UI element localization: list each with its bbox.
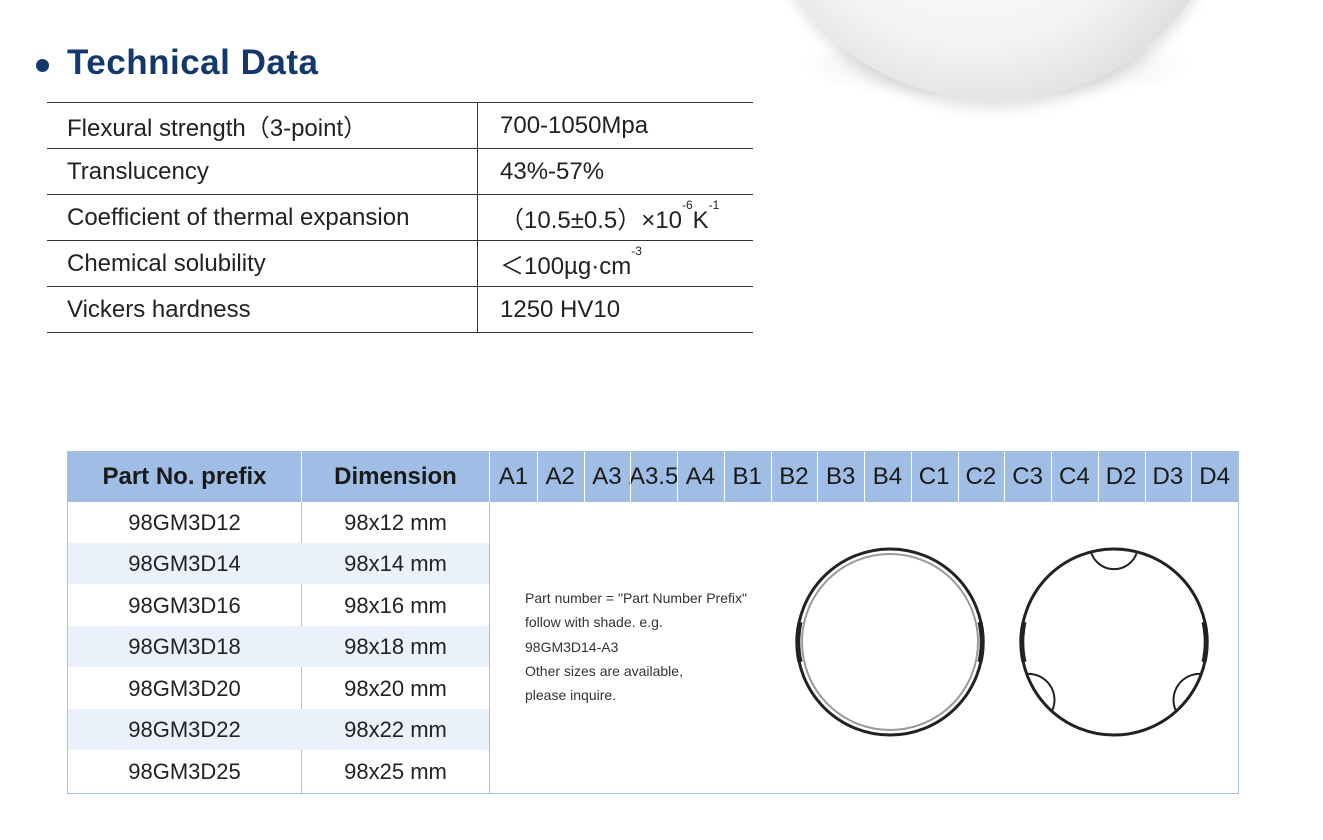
header-divider — [1097, 452, 1099, 502]
header-divider — [910, 452, 912, 502]
value-exponent: -6 — [681, 198, 693, 212]
table-row: 98GM3D25 98x25 mm — [68, 751, 489, 792]
note-line: 98GM3D14-A3 — [525, 638, 619, 655]
table-row: 98GM3D14 98x14 mm — [68, 543, 489, 584]
prefix-cell: 98GM3D22 — [128, 716, 241, 742]
property-cell: Translucency — [47, 148, 478, 195]
shade-header-cell: C4 — [1059, 463, 1090, 490]
dimension-cell: 98x22 mm — [344, 716, 447, 742]
part-number-note: Part number = "Part Number Prefix" follo… — [525, 586, 785, 707]
shade-header-cell: A3.5 — [628, 463, 679, 490]
header-divider — [630, 452, 632, 502]
shade-header-cell: B1 — [732, 463, 762, 490]
shade-header-cell: D4 — [1199, 463, 1230, 490]
header-divider — [957, 452, 959, 502]
table-row: 98GM3D22 98x22 mm — [68, 709, 489, 750]
property-cell: Chemical solubility — [47, 240, 478, 287]
header-prefix: Part No. prefix — [102, 463, 267, 490]
table-row: 98GM3D16 98x16 mm — [68, 585, 489, 626]
value-cell: 43%-57% — [477, 148, 753, 195]
shade-header-cell: D3 — [1152, 463, 1184, 490]
header-dimension: Dimension — [334, 463, 457, 490]
parts-header-row: Part No. prefix Dimension A1 A2 A3 A3.5 A4 B1… — [68, 452, 1238, 502]
prefix-cell: 98GM3D14 — [128, 550, 241, 576]
shade-header-cell: A1 — [498, 463, 529, 490]
table-row: 98GM3D12 98x12 mm — [68, 502, 489, 543]
unit-exponent: -1 — [708, 198, 720, 212]
note-line: Part number = "Part Number Prefix" — [525, 590, 747, 606]
header-divider — [1051, 452, 1052, 502]
property-cell: Coefficient of thermal expansion — [47, 194, 478, 241]
notched-disc-diagram — [1019, 547, 1209, 737]
shade-header-cell: A3 — [592, 463, 622, 490]
value-cell: 1250 HV10 — [477, 286, 753, 333]
parts-table: Part No. prefix Dimension A1 A2 A3 A3.5 A4 B1… — [67, 451, 1239, 794]
dimension-cell: 98x14 mm — [344, 550, 447, 576]
dimension-cell: 98x18 mm — [344, 633, 447, 659]
table-row: Vickers hardness 1250 HV10 — [47, 286, 753, 333]
dimension-cell: 98x20 mm — [344, 675, 447, 701]
value-main: （10.5±0.5）×10 — [500, 207, 682, 234]
shade-header-cell: C2 — [965, 463, 997, 490]
column-divider — [489, 502, 490, 794]
header-divider — [1144, 452, 1146, 502]
shade-header-cell: D2 — [1105, 463, 1137, 490]
bullet-icon — [36, 58, 49, 72]
prefix-cell: 98GM3D20 — [128, 675, 241, 701]
shade-header-cell: A2 — [545, 463, 575, 490]
table-row: Coefficient of thermal expansion （10.5±0… — [47, 194, 753, 241]
dimension-cell: 98x16 mm — [344, 592, 447, 618]
shade-header-cell: B4 — [872, 463, 903, 490]
header-divider — [817, 452, 819, 502]
technical-data-table: Flexural strength（3-point） 700-1050Mpa T… — [47, 102, 753, 333]
table-row: Chemical solubility ＜100µg·cm-3 — [47, 240, 753, 287]
value-cell: ＜100µg·cm-3 — [477, 240, 753, 287]
header-divider — [583, 452, 585, 502]
shade-header-cell: C1 — [918, 463, 950, 490]
table-row: Translucency 43%-57% — [47, 148, 753, 195]
section-title: Technical Data — [67, 43, 319, 82]
note-line: Other sizes are available, — [525, 662, 683, 679]
property-cell: Vickers hardness — [47, 286, 478, 333]
header-divider — [536, 452, 538, 502]
value-exponent: -3 — [631, 244, 642, 258]
header-divider — [1004, 452, 1006, 502]
prefix-cell: 98GM3D16 — [128, 592, 241, 618]
shade-header-cell: A4 — [685, 463, 716, 490]
property-cell: Flexural strength（3-point） — [47, 102, 478, 149]
shade-header-cell: B2 — [779, 463, 809, 490]
zirconia-disc-image — [770, 0, 1230, 130]
header-divider — [864, 452, 865, 502]
table-row: Flexural strength（3-point） 700-1050Mpa — [47, 102, 753, 149]
prefix-cell: 98GM3D12 — [128, 509, 241, 535]
shade-header-cell: C3 — [1012, 463, 1043, 490]
header-divider — [723, 452, 725, 502]
note-line: please inquire. — [525, 687, 617, 704]
shade-header-cell: B3 — [825, 463, 856, 490]
plain-disc-diagram — [795, 547, 985, 737]
value-cell: 700-1050Mpa — [477, 102, 753, 149]
disc-diagrams — [795, 547, 1209, 737]
prefix-cell: 98GM3D25 — [128, 758, 241, 784]
header-divider — [770, 452, 772, 502]
section-header: Technical Data — [36, 38, 318, 88]
note-line: follow with shade. e.g. — [525, 614, 663, 631]
value-unit: K — [692, 207, 709, 234]
value-main: ＜100µg·cm — [500, 253, 632, 280]
table-row: 98GM3D20 98x20 mm — [68, 668, 489, 709]
dimension-cell: 98x25 mm — [344, 758, 447, 784]
prefix-cell: 98GM3D18 — [128, 633, 241, 659]
value-cell: （10.5±0.5）×10-6K-1 — [477, 194, 753, 241]
header-divider — [1191, 452, 1193, 502]
dimension-cell: 98x12 mm — [344, 509, 447, 535]
header-divider — [677, 452, 678, 502]
table-row: 98GM3D18 98x18 mm — [68, 626, 489, 667]
